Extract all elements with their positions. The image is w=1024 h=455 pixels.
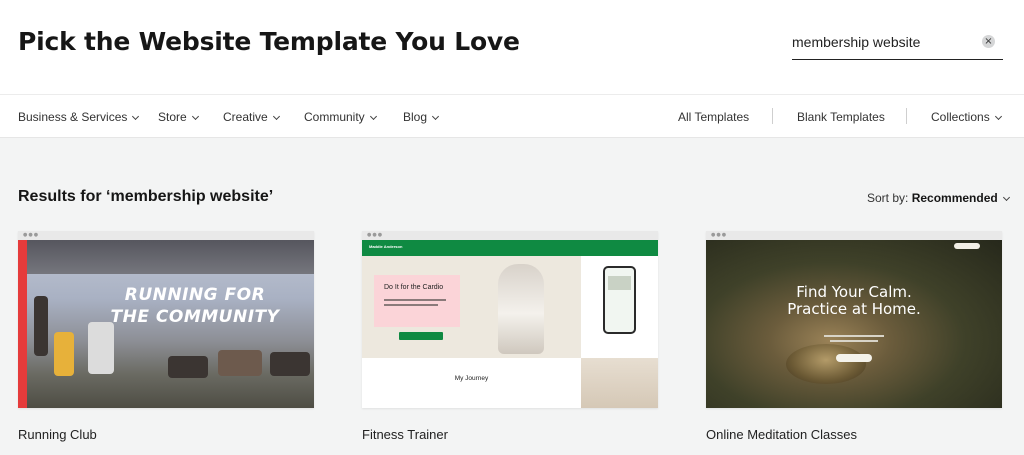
results-title: Results for ‘membership website’ (18, 188, 274, 205)
search-box: × (792, 30, 1003, 60)
search-input[interactable] (792, 30, 977, 54)
page-header: Pick the Website Template You Love × (0, 0, 1024, 94)
nav-divider (772, 108, 773, 124)
nav-collections[interactable]: Collections (931, 110, 1002, 124)
sort-label: Sort by: (867, 191, 909, 205)
template-preview-image: RUNNING FOR THE COMMUNITY (18, 240, 314, 408)
clear-search-icon[interactable]: × (982, 35, 995, 48)
nav-community[interactable]: Community (304, 110, 377, 124)
sort-dropdown[interactable]: Sort by: Recommended (867, 191, 1010, 205)
nav-blank-templates[interactable]: Blank Templates (797, 110, 885, 124)
nav-store[interactable]: Store (158, 110, 199, 124)
template-name[interactable]: Running Club (18, 427, 97, 442)
template-name[interactable]: Online Meditation Classes (706, 427, 857, 442)
category-nav: Business & Services Store Creative Commu… (0, 94, 1024, 138)
chevron-down-icon (1002, 193, 1010, 202)
browser-bar: ●●● (706, 231, 1002, 240)
chevron-down-icon (191, 112, 199, 121)
chevron-down-icon (132, 112, 140, 121)
nav-divider (906, 108, 907, 124)
browser-bar: ●●● (18, 231, 314, 240)
browser-bar: ●●● (362, 231, 658, 240)
nav-all-templates[interactable]: All Templates (678, 110, 749, 124)
chevron-down-icon (994, 112, 1002, 121)
chevron-down-icon (369, 112, 377, 121)
template-card-running-club[interactable]: ●●● RUNNING FOR THE COMMUNITY (18, 231, 314, 408)
chevron-down-icon (431, 112, 440, 121)
nav-blog[interactable]: Blog (403, 110, 440, 124)
nav-creative[interactable]: Creative (223, 110, 280, 124)
template-card-online-meditation[interactable]: ●●● Find Your Calm. Practice at Home. (706, 231, 1002, 408)
page-title: Pick the Website Template You Love (18, 27, 520, 56)
nav-business-services[interactable]: Business & Services (18, 110, 140, 124)
template-name[interactable]: Fitness Trainer (362, 427, 448, 442)
sort-value: Recommended (911, 191, 998, 205)
chevron-down-icon (272, 112, 280, 121)
template-preview-image: Find Your Calm. Practice at Home. (706, 240, 1002, 408)
template-card-fitness-trainer[interactable]: ●●● Maddie Anderson Do It for the Cardio… (362, 231, 658, 408)
